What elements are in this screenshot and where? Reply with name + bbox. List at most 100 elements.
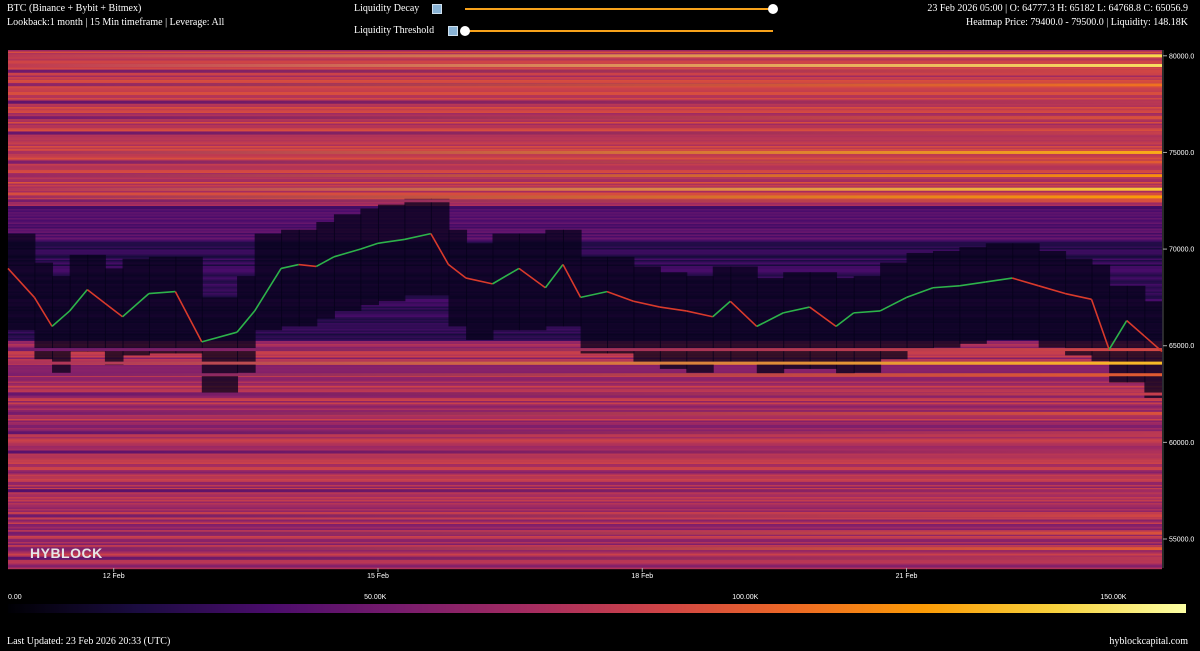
heatmap-row — [8, 68, 1162, 70]
heatmap-row — [8, 50, 1162, 52]
heatmap-row — [8, 114, 1162, 117]
heatmap-cleared-zone — [836, 278, 855, 375]
heatmap-row — [8, 563, 1162, 565]
heatmap-row — [8, 438, 1162, 441]
heatmap-row — [8, 204, 1162, 207]
heatmap-row — [8, 177, 1162, 180]
heatmap-cleared-zone — [985, 243, 1014, 340]
heatmap-row — [8, 437, 1162, 439]
heatmap-row — [8, 554, 1162, 556]
heatmap-row — [8, 518, 1162, 520]
heatmap-row — [8, 183, 1162, 186]
liquidity-band — [8, 63, 1162, 67]
liquidity-band — [8, 514, 1162, 518]
y-tick-label: 60000.0 — [1169, 440, 1194, 447]
heatmap-row — [8, 501, 1162, 504]
heatmap-row — [8, 482, 1162, 484]
heatmap-row — [8, 402, 1162, 405]
heatmap-cleared-zone — [932, 251, 961, 348]
heatmap-row — [8, 233, 1162, 235]
heatmap-row — [8, 473, 1162, 475]
heatmap-row — [8, 192, 1162, 195]
heatmap-row — [8, 456, 1162, 459]
site-link[interactable]: hyblockcapital.com — [1109, 636, 1188, 647]
heatmap-row — [8, 464, 1162, 466]
heatmap-row — [8, 90, 1162, 93]
heatmap-row — [8, 483, 1162, 486]
heatmap-row — [8, 509, 1162, 511]
heatmap-row — [8, 422, 1162, 424]
heatmap-row — [8, 444, 1162, 447]
heatmap-row — [8, 110, 1162, 112]
heatmap-row — [8, 122, 1162, 124]
heatmap-row — [8, 179, 1162, 181]
y-tick-label: 55000.0 — [1169, 537, 1194, 544]
heatmap-cleared-zone — [404, 198, 432, 296]
heatmap-row — [8, 51, 1162, 54]
liquidity-band — [8, 69, 1162, 73]
heatmap-row — [8, 206, 1162, 208]
heatmap-row — [8, 390, 1162, 393]
x-tick-label: 18 Feb — [631, 573, 653, 580]
heatmap-row — [8, 440, 1162, 442]
heatmap-cleared-zone — [1012, 243, 1040, 340]
heatmap-cleared-zone — [659, 272, 688, 369]
heatmap-row — [8, 240, 1162, 243]
heatmap-row — [8, 147, 1162, 150]
heatmap-row — [8, 507, 1162, 510]
heatmap-cleared-zone — [686, 276, 714, 373]
heatmap-row — [8, 537, 1162, 540]
heatmap-row — [8, 203, 1162, 205]
heatmap-row — [8, 540, 1162, 543]
heatmap-row — [8, 377, 1162, 379]
heatmap-row — [8, 510, 1162, 513]
heatmap-row — [8, 561, 1162, 564]
heatmap-cleared-zone — [518, 233, 547, 331]
heatmap-row — [8, 77, 1162, 79]
heatmap-row — [8, 527, 1162, 529]
heatmap-row — [8, 98, 1162, 100]
heatmap-row — [8, 165, 1162, 168]
liquidity-heatmap-chart[interactable]: 55000.0 60000.0 65000.0 70000.0 75000.0 80000… — [0, 0, 1200, 590]
x-tick-label: 15 Feb — [367, 573, 389, 580]
liquidity-band — [8, 187, 1162, 191]
heatmap-row — [8, 228, 1162, 231]
heatmap-row — [8, 495, 1162, 498]
heatmap-row — [8, 479, 1162, 481]
heatmap-row — [8, 534, 1162, 537]
heatmap-row — [8, 446, 1162, 448]
liquidity-band — [8, 531, 1162, 535]
heatmap-row — [8, 398, 1162, 400]
heatmap-row — [8, 552, 1162, 555]
heatmap-cleared-zone — [175, 256, 203, 354]
colorbar-label: 100.00K — [732, 594, 759, 601]
heatmap-row — [8, 126, 1162, 129]
heatmap-row — [8, 366, 1162, 369]
heatmap-cleared-zone — [122, 258, 150, 356]
heatmap-row — [8, 380, 1162, 382]
heatmap-row — [8, 207, 1162, 210]
heatmap-row — [8, 356, 1162, 358]
heatmap-cleared-zone — [906, 252, 934, 350]
heatmap-row — [8, 443, 1162, 445]
heatmap-row — [8, 93, 1162, 96]
heatmap-row — [8, 423, 1162, 426]
heatmap-row — [8, 237, 1162, 240]
heatmap-cleared-zone — [562, 229, 582, 327]
heatmap-row — [8, 477, 1162, 480]
heatmap-row — [8, 75, 1162, 78]
heatmap-cleared-zone — [333, 214, 362, 311]
heatmap-cleared-zone — [148, 256, 177, 354]
heatmap-row — [8, 210, 1162, 213]
heatmap-row — [8, 170, 1162, 172]
heatmap-row — [8, 125, 1162, 127]
heatmap-row — [8, 521, 1162, 523]
hyblock-logo: HYBLOCK — [30, 545, 103, 561]
heatmap-cleared-zone — [545, 229, 564, 327]
heatmap-row — [8, 404, 1162, 406]
heatmap-row — [8, 401, 1162, 403]
heatmap-row — [8, 461, 1162, 463]
heatmap-row — [8, 62, 1162, 64]
heatmap-row — [8, 215, 1162, 217]
heatmap-bands — [8, 50, 1163, 570]
